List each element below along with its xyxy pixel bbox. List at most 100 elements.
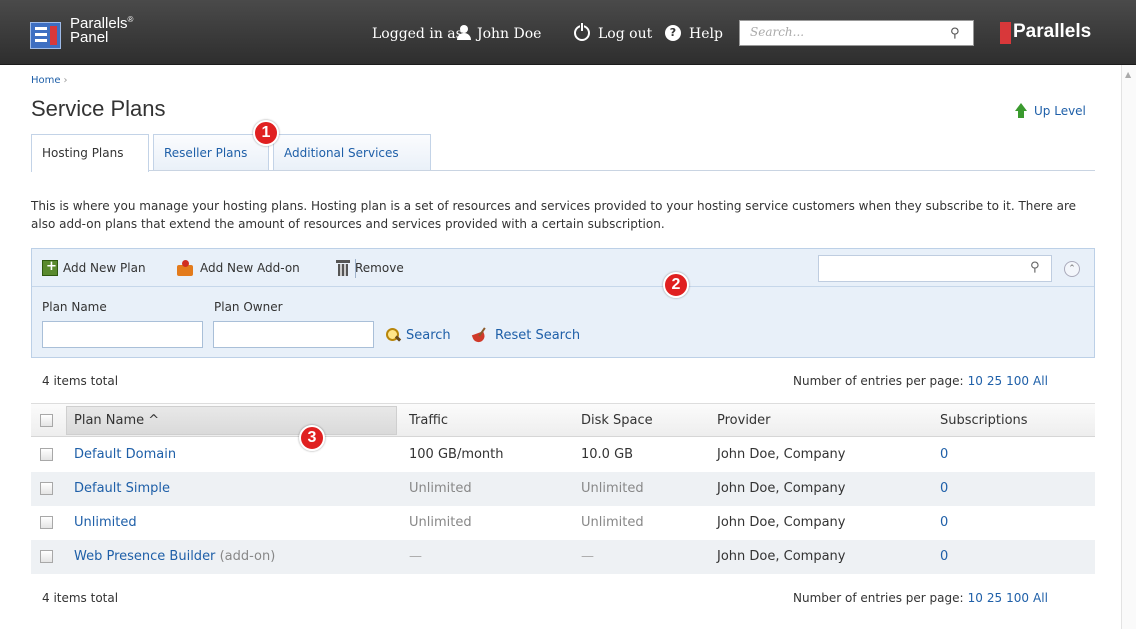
per-page-100[interactable]: 100 xyxy=(1006,374,1029,388)
plan-name-label: Plan Name xyxy=(42,300,107,314)
user-name-link[interactable]: John Doe xyxy=(477,25,541,43)
disk-space-value: 10.0 GB xyxy=(581,447,634,462)
search-icon[interactable]: ⚲ xyxy=(1030,260,1040,275)
table-row: Web Presence Builder (add-on) — — John D… xyxy=(31,540,1095,574)
tab-reseller-plans[interactable]: Reseller Plans xyxy=(153,134,269,171)
callout-badge-2: 2 xyxy=(663,272,689,298)
search-icon[interactable]: ⚲ xyxy=(950,26,960,41)
per-page-10[interactable]: 10 xyxy=(968,374,983,388)
subscriptions-link[interactable]: 0 xyxy=(940,481,948,496)
column-traffic[interactable]: Traffic xyxy=(409,413,448,428)
column-subscriptions[interactable]: Subscriptions xyxy=(940,413,1028,428)
entries-per-page-bottom: Number of entries per page: 10 25 100 All xyxy=(793,591,1048,605)
column-disk-space[interactable]: Disk Space xyxy=(581,413,653,428)
traffic-value: Unlimited xyxy=(409,481,472,496)
provider-value: John Doe, Company xyxy=(717,481,846,496)
column-provider[interactable]: Provider xyxy=(717,413,771,428)
plan-name-link[interactable]: Web Presence Builder xyxy=(74,549,215,564)
per-page-25[interactable]: 25 xyxy=(987,591,1002,605)
breadcrumb-separator: › xyxy=(63,75,68,86)
brand-subtitle: Panel xyxy=(70,29,109,46)
traffic-value: — xyxy=(409,549,422,564)
add-addon-icon xyxy=(177,260,195,276)
per-page-25[interactable]: 25 xyxy=(987,374,1002,388)
plan-owner-label: Plan Owner xyxy=(214,300,283,314)
callout-badge-1: 1 xyxy=(253,120,279,146)
entries-per-page: Number of entries per page: 10 25 100 All xyxy=(793,374,1048,388)
remove-button[interactable]: Remove xyxy=(336,260,404,276)
add-plan-icon xyxy=(42,259,58,276)
parallels-panel-logo-icon[interactable] xyxy=(30,22,61,49)
tab-hosting-plans[interactable]: Hosting Plans xyxy=(31,134,149,172)
plan-name-link[interactable]: Unlimited xyxy=(74,515,137,530)
plan-name-cell: Web Presence Builder (add-on) xyxy=(74,549,275,564)
table-row: Default Simple Unlimited Unlimited John … xyxy=(31,472,1095,506)
per-page-all[interactable]: All xyxy=(1033,374,1048,388)
add-new-plan-label: Add New Plan xyxy=(63,261,146,275)
plan-name-link[interactable]: Default Domain xyxy=(74,447,176,462)
callout-badge-3: 3 xyxy=(299,425,325,451)
row-checkbox[interactable] xyxy=(40,448,53,461)
logged-in-label: Logged in as xyxy=(372,26,463,42)
provider-value: John Doe, Company xyxy=(717,515,846,530)
provider-value: John Doe, Company xyxy=(717,447,846,462)
power-icon[interactable] xyxy=(574,23,590,41)
column-plan-name[interactable]: Plan Name ^ xyxy=(74,413,159,428)
broom-icon xyxy=(472,327,490,343)
select-all-checkbox[interactable] xyxy=(40,414,53,427)
tab-additional-services[interactable]: Additional Services xyxy=(273,134,431,171)
page-title: Service Plans xyxy=(31,96,166,121)
breadcrumb-home-link[interactable]: Home xyxy=(31,75,61,86)
subscriptions-link[interactable]: 0 xyxy=(940,447,948,462)
magnifier-icon xyxy=(385,327,401,343)
subscriptions-link[interactable]: 0 xyxy=(940,515,948,530)
plan-owner-field[interactable] xyxy=(213,321,374,348)
plan-name-link[interactable]: Default Simple xyxy=(74,481,170,496)
search-button-label: Search xyxy=(406,327,451,343)
user-icon xyxy=(456,25,472,41)
parallels-mark-icon xyxy=(1000,22,1011,44)
parallels-logo[interactable]: Parallels xyxy=(1013,20,1091,44)
traffic-value: Unlimited xyxy=(409,515,472,530)
up-level-link[interactable]: Up Level xyxy=(1013,103,1086,119)
help-link[interactable]: Help xyxy=(689,25,723,43)
scroll-up-icon[interactable]: ▲ xyxy=(1125,70,1131,79)
row-checkbox[interactable] xyxy=(40,516,53,529)
global-search-input[interactable]: Search... xyxy=(739,20,974,46)
reset-search-label: Reset Search xyxy=(495,327,581,343)
table-row: Unlimited Unlimited Unlimited John Doe, … xyxy=(31,506,1095,540)
add-new-plan-button[interactable]: Add New Plan xyxy=(42,259,146,276)
logout-link[interactable]: Log out xyxy=(598,25,652,43)
disk-space-value: — xyxy=(581,549,594,564)
entries-per-page-label: Number of entries per page: xyxy=(793,374,964,388)
breadcrumb: Home › xyxy=(31,75,68,86)
scrollbar[interactable] xyxy=(1121,65,1136,629)
add-new-addon-button[interactable]: Add New Add-on xyxy=(177,260,300,276)
table-header: Plan Name ^ Traffic Disk Space Provider … xyxy=(31,403,1095,437)
plan-name-field[interactable] xyxy=(42,321,203,348)
help-icon[interactable]: ? xyxy=(665,25,681,41)
per-page-10[interactable]: 10 xyxy=(968,591,983,605)
subscriptions-link[interactable]: 0 xyxy=(940,549,948,564)
traffic-value: 100 GB/month xyxy=(409,447,504,462)
tabs-divider xyxy=(31,170,1095,171)
sort-ascending-icon: ^ xyxy=(148,413,160,428)
addon-tag: (add-on) xyxy=(219,549,276,564)
add-new-addon-label: Add New Add-on xyxy=(200,261,300,275)
row-checkbox[interactable] xyxy=(40,482,53,495)
per-page-all[interactable]: All xyxy=(1033,591,1048,605)
filter-panel: Add New Plan Add New Add-on Remove ⚲ ⌃ P… xyxy=(31,248,1095,358)
reset-search-button[interactable]: Reset Search xyxy=(472,327,580,343)
row-checkbox[interactable] xyxy=(40,550,53,563)
disk-space-value: Unlimited xyxy=(581,515,644,530)
collapse-icon[interactable]: ⌃ xyxy=(1064,261,1080,277)
items-total-bottom: 4 items total xyxy=(42,591,119,605)
search-button[interactable]: Search xyxy=(385,327,451,343)
per-page-100[interactable]: 100 xyxy=(1006,591,1029,605)
items-total: 4 items total xyxy=(42,374,119,388)
trash-icon xyxy=(336,260,350,276)
entries-per-page-label: Number of entries per page: xyxy=(793,591,964,605)
top-bar: Parallels® Panel Logged in as John Doe L… xyxy=(0,0,1136,65)
list-search-input[interactable] xyxy=(818,255,1052,282)
disk-space-value: Unlimited xyxy=(581,481,644,496)
